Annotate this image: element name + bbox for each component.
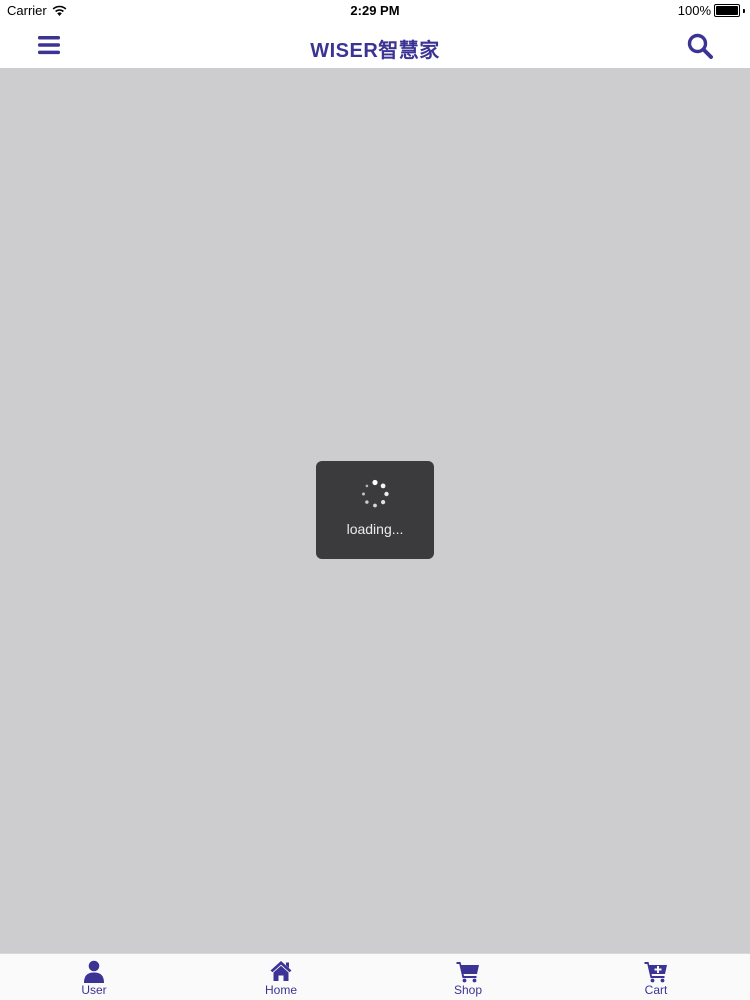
battery-indicator: 100%	[678, 3, 745, 18]
content-area: loading...	[0, 68, 750, 953]
battery-fill	[716, 6, 738, 15]
search-button[interactable]	[686, 32, 714, 60]
cart-add-icon	[644, 959, 668, 983]
shopping-cart-icon	[456, 959, 480, 983]
home-icon	[269, 959, 293, 983]
battery-icon	[714, 4, 740, 17]
battery-tip	[743, 8, 745, 13]
tab-user[interactable]: User	[54, 954, 134, 1000]
battery-percent: 100%	[677, 3, 711, 18]
navigation-bar: WISER智慧家	[0, 22, 750, 68]
loading-text: loading...	[346, 521, 404, 537]
spinner-icon	[362, 479, 389, 508]
tab-shop[interactable]: Shop	[428, 954, 508, 1000]
tab-user-label: User	[81, 983, 107, 997]
tab-bar: User Home Shop Cart	[0, 953, 750, 1000]
loading-indicator: loading...	[316, 461, 434, 559]
app-title: WISER智慧家	[310, 40, 440, 62]
status-bar: Carrier 2:29 PM 100%	[0, 0, 750, 22]
user-icon	[82, 959, 106, 983]
tab-shop-label: Shop	[453, 983, 483, 997]
search-icon	[686, 32, 714, 60]
status-time: 2:29 PM	[350, 3, 400, 18]
tab-home[interactable]: Home	[241, 954, 321, 1000]
tab-cart-label: Cart	[644, 983, 668, 997]
tab-cart[interactable]: Cart	[616, 954, 696, 1000]
tab-home-label: Home	[264, 983, 297, 997]
